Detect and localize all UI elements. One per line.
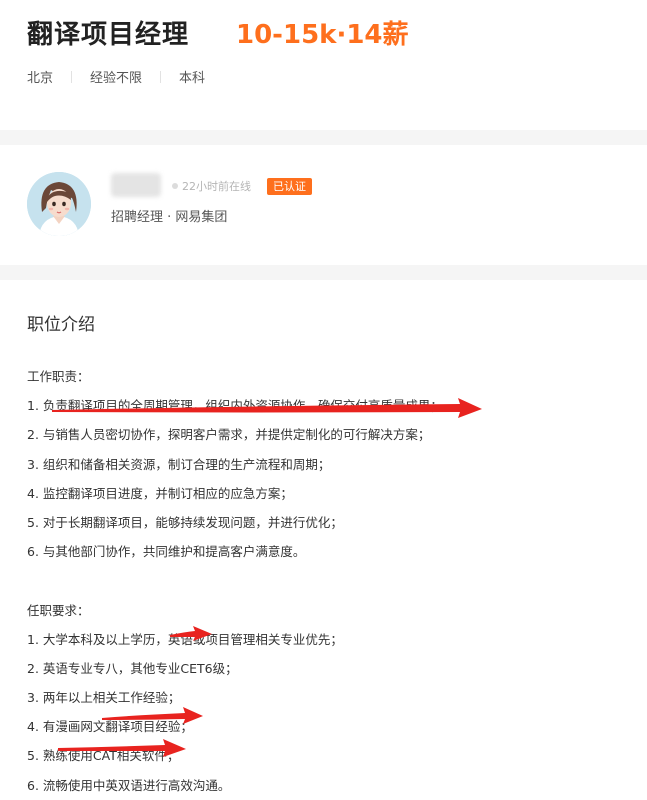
requirements-heading: 任职要求： — [27, 602, 90, 618]
tag-location: 北京 — [27, 71, 54, 86]
section-divider — [0, 130, 647, 145]
section-title: 职位介绍 — [27, 315, 95, 335]
responsibility-item: 3. 组织和储备相关资源，制订合理的生产流程和周期； — [27, 456, 331, 472]
description-body: 工作职责： 1. 负责翻译项目的全周期管理，组织内外资源协作，确保交付高质量成果… — [27, 362, 627, 800]
avatar[interactable] — [27, 172, 91, 236]
recruiter-title: 招聘经理 · 网易集团 — [111, 210, 228, 225]
verified-badge: 已认证 — [267, 178, 312, 195]
responsibility-item: 6. 与其他部门协作，共同维护和提高客户满意度。 — [27, 544, 306, 560]
recruiter-avatar-icon — [27, 172, 91, 236]
requirement-item: 6. 流畅使用中英双语进行高效沟通。 — [27, 777, 231, 793]
salary: 10-15k·14薪 — [236, 20, 409, 50]
recruiter-card[interactable]: 22小时前在线 已认证 招聘经理 · 网易集团 — [0, 145, 647, 265]
requirement-item: 2. 英语专业专八，其他专业CET6级； — [27, 660, 238, 676]
tag-divider — [71, 70, 73, 83]
responsibility-item: 1. 负责翻译项目的全周期管理，组织内外资源协作，确保交付高质量成果； — [27, 398, 443, 414]
tag-education: 本科 — [179, 71, 206, 86]
requirement-item: 1. 大学本科及以上学历，英语或项目管理相关专业优先； — [27, 631, 343, 647]
requirement-item: 4. 有漫画网文翻译项目经验； — [27, 719, 193, 735]
responsibility-item: 2. 与销售人员密切协作，探明客户需求，并提供定制化的可行解决方案； — [27, 427, 431, 443]
tag-divider — [160, 70, 162, 83]
job-description: 职位介绍 工作职责： 1. 负责翻译项目的全周期管理，组织内外资源协作，确保交付… — [0, 280, 647, 800]
responsibility-item: 5. 对于长期翻译项目，能够持续发现问题，并进行优化； — [27, 514, 343, 530]
online-status: 22小时前在线 — [182, 180, 251, 193]
requirement-item: 5. 熟练使用CAT相关软件； — [27, 748, 180, 764]
job-header: 翻译项目经理 10-15k·14薪 北京 经验不限 本科 — [0, 0, 647, 130]
job-tags: 北京 经验不限 本科 — [27, 67, 205, 86]
tag-experience: 经验不限 — [90, 71, 143, 86]
recruiter-name-redacted — [111, 173, 161, 197]
requirement-item: 3. 两年以上相关工作经验； — [27, 690, 181, 706]
responsibilities-heading: 工作职责： — [27, 369, 90, 384]
responsibility-item: 4. 监控翻译项目进度，并制订相应的应急方案； — [27, 485, 293, 501]
online-status-dot-icon — [172, 183, 178, 189]
section-divider — [0, 265, 647, 280]
job-title: 翻译项目经理 — [27, 20, 190, 50]
